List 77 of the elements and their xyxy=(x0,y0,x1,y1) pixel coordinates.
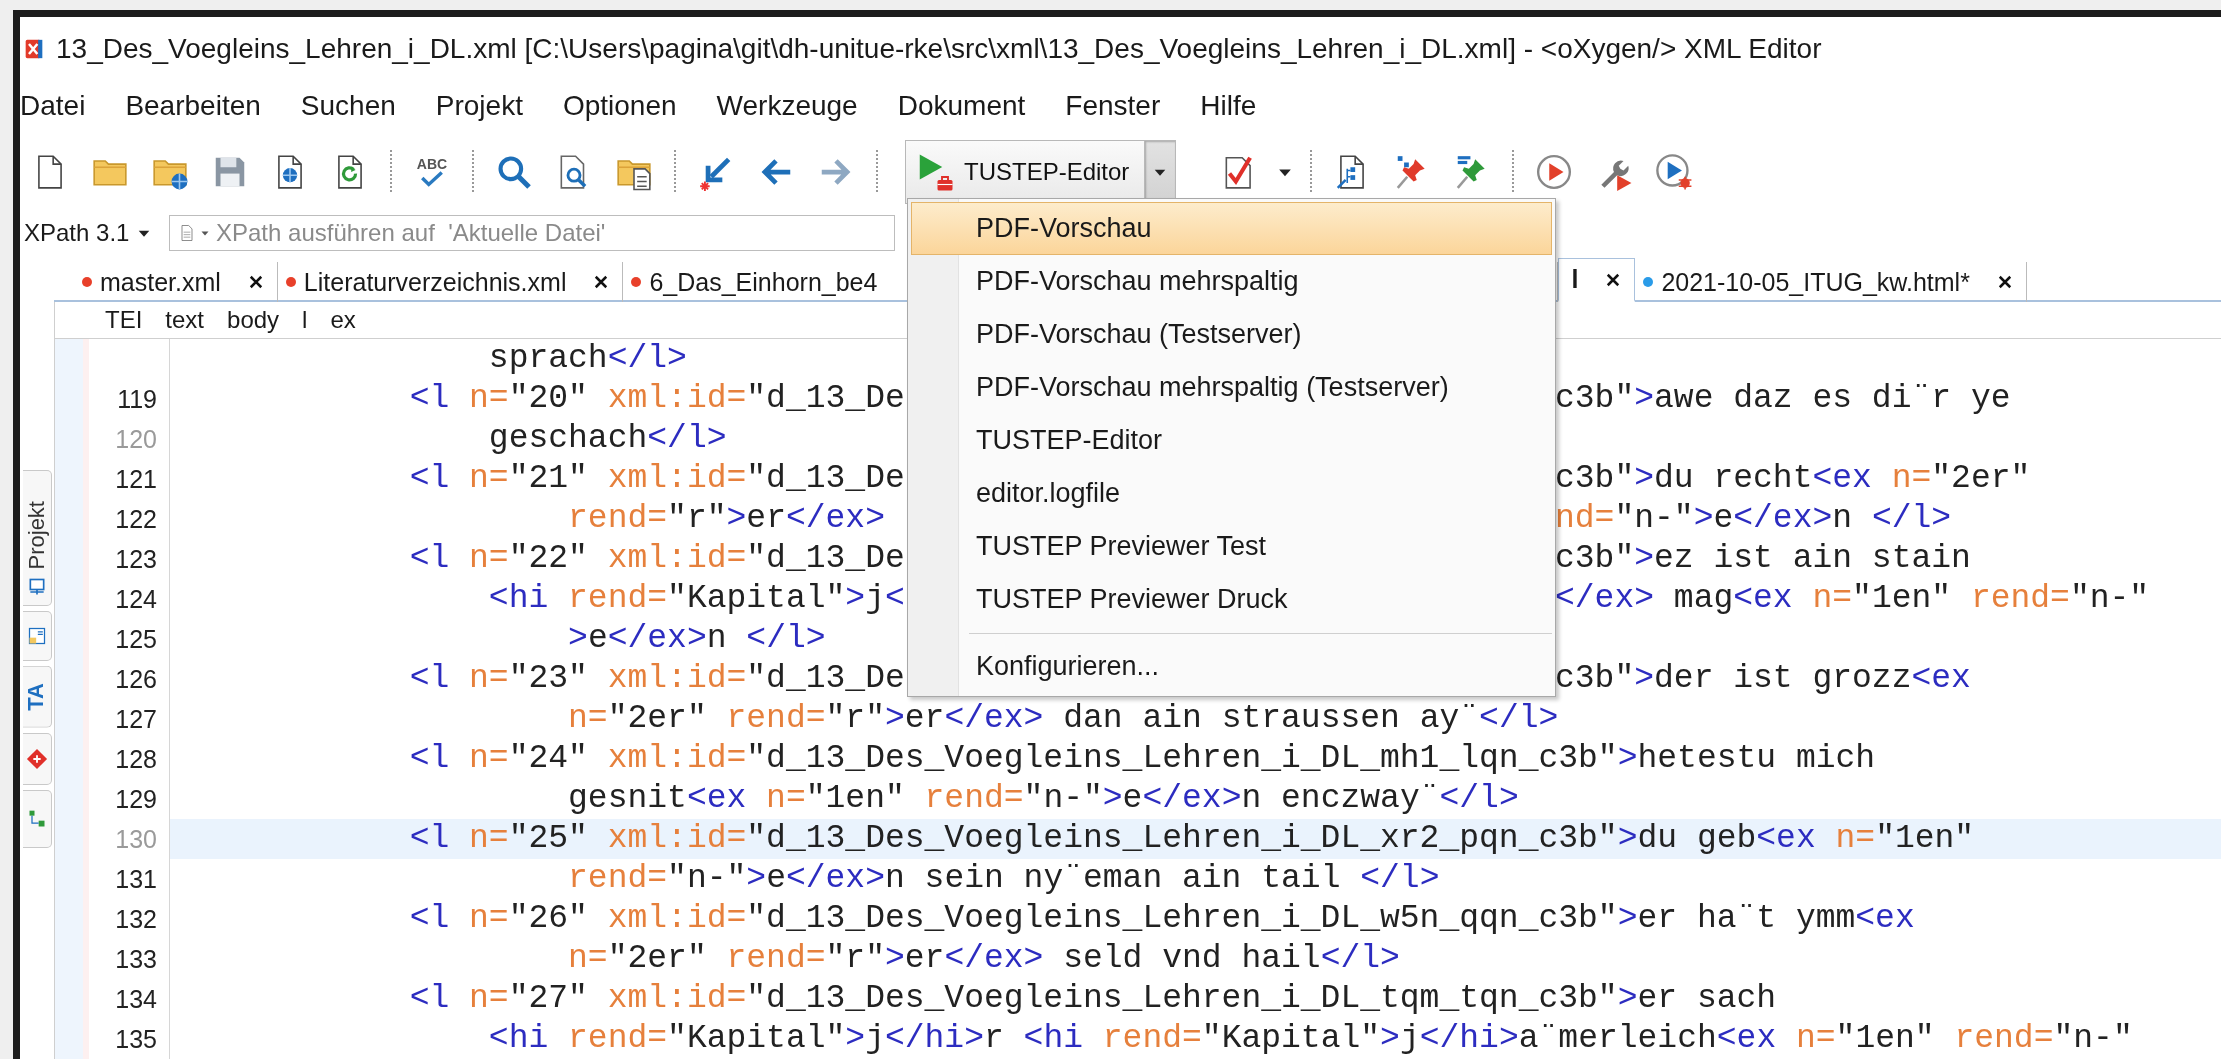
code-line: rend="n-">e</ex>n sein ny¨eman ain tail </l> xyxy=(568,859,1440,899)
check-icon xyxy=(419,171,445,187)
menu-item[interactable]: editor.logfile xyxy=(911,467,1552,520)
code-line: sprach</l> xyxy=(488,339,687,379)
menu-item[interactable]: Dokument xyxy=(897,90,1026,122)
line-number: 128 xyxy=(115,744,157,774)
xpath-version-dropdown[interactable]: XPath 3.1 xyxy=(24,219,169,247)
line-number: 133 xyxy=(115,944,157,974)
line-number: 122 xyxy=(115,504,157,534)
menu-item[interactable]: Suchen xyxy=(300,90,396,122)
line-number: 129 xyxy=(115,784,157,814)
code-line: geschach</l> xyxy=(488,419,727,459)
window-title: 13_Des_Voegleins_Lehren_i_DL.xml [C:\Users\pagina\git\dh-unitue-rke\src\xml\13_Des_Voegleins_Lehren_i_DL.xml] - <oXygen/> XML Editor xyxy=(56,32,1822,65)
menu-item[interactable]: Bearbeiten xyxy=(125,90,261,122)
menu-item[interactable]: Projekt xyxy=(435,90,523,122)
line-number: 127 xyxy=(115,704,157,734)
menu-item[interactable]: PDF-Vorschau mehrspaltig xyxy=(911,255,1552,308)
line-number: 125 xyxy=(115,624,157,654)
menu-item[interactable]: PDF-Vorschau mehrspaltig (Testserver) xyxy=(911,361,1552,414)
play-circle-icon[interactable] xyxy=(1535,153,1573,191)
code-line: <l n="24" xml:id="d_13_Des_Voegleins_Lehren_i_DL_mh1_lqn_c3b">hetestu mich xyxy=(409,739,1876,779)
menu-item[interactable]: PDF-Vorschau xyxy=(911,202,1552,255)
code-line: c3b">awe daz es di¨r ye xyxy=(1555,379,2011,419)
menu-item[interactable]: Optionen xyxy=(562,90,677,122)
code-line: c3b">der ist grozz<ex xyxy=(1555,659,1971,699)
side-tab[interactable]: TA xyxy=(22,666,52,729)
code-line: <l n="21" xml:id="d_13_De xyxy=(409,459,905,499)
menu-item[interactable]: Konfigurieren... xyxy=(911,640,1552,693)
menu-item[interactable]: TUSTEP-Editor xyxy=(911,414,1552,467)
line-number: 135 xyxy=(115,1024,157,1054)
code-line: <l n="20" xml:id="d_13_De xyxy=(409,379,905,419)
debug-icon[interactable] xyxy=(1655,153,1693,191)
line-number: 123 xyxy=(115,544,157,574)
line-number: 126 xyxy=(115,664,157,694)
spellcheck-button[interactable]: ABC xyxy=(416,157,448,187)
menu-item[interactable]: Hilfe xyxy=(1200,90,1257,122)
line-number: 121 xyxy=(115,464,157,494)
menu-item[interactable]: TUSTEP Previewer Test xyxy=(911,520,1552,573)
code-line: <l n="22" xml:id="d_13_De xyxy=(409,539,905,579)
file-tab[interactable]: l xyxy=(1558,258,1636,302)
line-number: 130 xyxy=(115,824,157,854)
search-icon[interactable] xyxy=(495,153,533,191)
xpath-input[interactable]: XPath ausführen auf 'Aktuelle Datei' xyxy=(169,215,895,251)
code-line: nd="n-">e</ex>n </l> xyxy=(1555,499,1952,539)
menu-item[interactable]: TUSTEP Previewer Druck xyxy=(911,573,1552,626)
code-line: >e</ex>n </l> xyxy=(568,619,826,659)
breadcrumb-item[interactable]: TEI xyxy=(105,306,143,334)
breadcrumb-item[interactable]: ex xyxy=(330,306,356,334)
line-number: 120 xyxy=(115,424,157,454)
code-line: <hi rend="Kapital">j</hi>r <hi rend="Kapital">j</hi>a¨merleich<ex n="1en" rend="n-" xyxy=(488,1019,2133,1059)
menu-item[interactable]: Werkzeuge xyxy=(716,90,858,122)
code-line: <l n="27" xml:id="d_13_Des_Voegleins_Lehren_i_DL_tqm_tqn_c3b">er sach xyxy=(409,979,1777,1019)
code-line: <l n="26" xml:id="d_13_Des_Voegleins_Lehren_i_DL_w5n_qqn_c3b">er ha¨t ymm<ex xyxy=(409,899,1915,939)
menu-item[interactable]: Datei xyxy=(20,90,86,122)
code-line: n="2er" rend="r">er</ex> seld vnd hail</l> xyxy=(568,939,1400,979)
line-number: 134 xyxy=(115,984,157,1014)
breadcrumb-item[interactable]: l xyxy=(302,306,308,334)
code-line: </ex> mag<ex n="1en" rend="n-" xyxy=(1555,579,2150,619)
menu-item[interactable]: Fenster xyxy=(1065,90,1161,122)
breadcrumb-item[interactable]: body xyxy=(227,306,280,334)
menu-item[interactable]: PDF-Vorschau (Testserver) xyxy=(911,308,1552,361)
code-line: c3b">ez ist ain stain xyxy=(1555,539,1971,579)
line-number: 131 xyxy=(115,864,157,894)
breadcrumb-item[interactable]: text xyxy=(165,306,205,334)
code-line: <l n="23" xml:id="d_13_De xyxy=(409,659,905,699)
code-line: <hi rend="Kapital">j< xyxy=(488,579,905,619)
line-number: 132 xyxy=(115,904,157,934)
line-number: 124 xyxy=(115,584,157,614)
code-line: <l n="25" xml:id="d_13_Des_Voegleins_Lehren_i_DL_xr2_pqn_c3b">du geb<ex n="1en" xyxy=(409,819,1975,859)
code-line: c3b">du recht<ex n="2er" xyxy=(1555,459,2031,499)
code-line: rend="r">er</ex> xyxy=(568,499,885,539)
side-tab[interactable]: Projekt xyxy=(22,470,52,607)
code-line: n="2er" rend="r">er</ex> dan ain straussen ay¨</l> xyxy=(568,699,1559,739)
code-line: gesnit<ex n="1en" rend="n-">e</ex>n enczway¨</l> xyxy=(568,779,1519,819)
toolbox-icon xyxy=(936,174,954,192)
run-button[interactable]: TUSTEP-Editor xyxy=(906,141,1144,203)
line-number: 119 xyxy=(117,384,157,414)
